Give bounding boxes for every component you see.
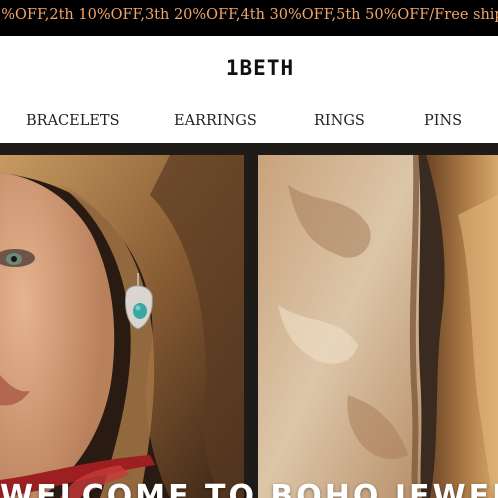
site-logo[interactable]: 1BETH xyxy=(0,56,498,80)
hero-title: WELCOME TO BOHO JEWELRY xyxy=(0,479,498,498)
site-header: 1BETH xyxy=(0,36,498,106)
announcement-bar: 5%OFF,2th 10%OFF,3th 20%OFF,4th 30%OFF,5… xyxy=(0,0,498,36)
hero-banner[interactable]: WELCOME TO BOHO JEWELRY xyxy=(0,143,498,498)
hero-photo-right xyxy=(258,155,498,498)
nav-item-earrings[interactable]: EARRINGS xyxy=(174,113,257,129)
nav-item-pins[interactable]: PINS xyxy=(424,113,462,129)
nav-item-bracelets[interactable]: BRACELETS xyxy=(26,113,120,129)
model-wall-photo xyxy=(258,155,498,498)
announcement-text: 5%OFF,2th 10%OFF,3th 20%OFF,4th 30%OFF,5… xyxy=(0,7,498,23)
main-nav: BRACELETS EARRINGS RINGS PINS xyxy=(0,106,498,142)
nav-item-rings[interactable]: RINGS xyxy=(314,113,365,129)
hero-photo-left xyxy=(0,155,244,498)
model-earring-photo xyxy=(0,155,244,498)
